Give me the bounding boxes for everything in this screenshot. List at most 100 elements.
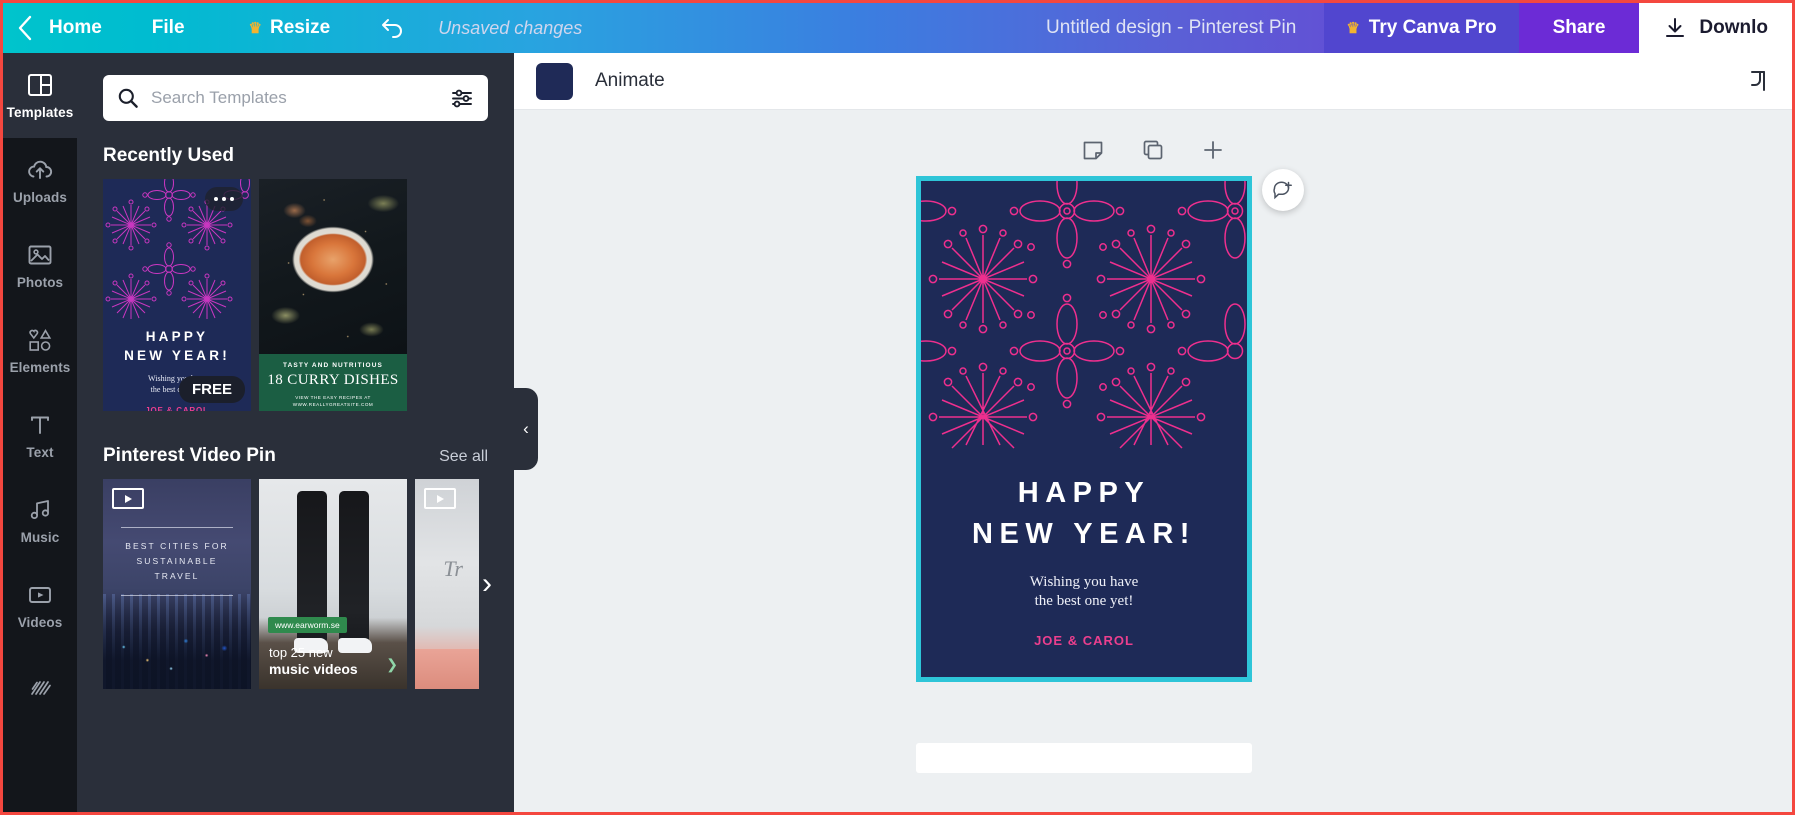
search-bar[interactable] (103, 75, 488, 121)
file-label: File (151, 17, 185, 38)
back-button[interactable] (3, 3, 35, 53)
text-t-icon (31, 416, 49, 434)
download-label: Downlo (1699, 17, 1768, 38)
templates-panel: Recently Used (77, 53, 514, 812)
footer-small-text: TASTY AND NUTRITIOUS (283, 362, 383, 369)
free-badge: FREE (178, 376, 245, 403)
crown-icon: ♛ (248, 19, 262, 37)
design-subtitle-line-2: the best one yet! (1034, 593, 1134, 609)
share-label: Share (1552, 17, 1606, 38)
template-card-curry[interactable]: TASTY AND NUTRITIOUS 18 CURRY DISHES VIE… (259, 179, 407, 411)
pink-strip (415, 649, 479, 689)
design-heading-line-1: HAPPY (1017, 477, 1151, 509)
footer-url-line-1: VIEW THE EASY RECIPES AT (295, 395, 371, 400)
section-title: Pinterest Video Pin (103, 445, 276, 466)
undo-arrow-icon (382, 19, 403, 38)
fireworks-pattern-svg (921, 181, 1246, 449)
chevron-right-icon: ❯ (386, 656, 398, 672)
templates-panel-icon (28, 74, 52, 96)
footer-big-text: 18 CURRY DISHES (267, 372, 399, 388)
sidebar-item-label: Templates (6, 105, 74, 120)
design-text-block[interactable]: HAPPY NEW YEAR! Wishing you have the bes… (921, 473, 1247, 648)
curry-spice-specks (259, 179, 407, 354)
next-page-card[interactable] (916, 743, 1252, 773)
canva-editor-window: Home File ♛ Resize Unsaved changes Untit… (0, 0, 1795, 815)
add-note-icon[interactable] (1081, 138, 1105, 162)
more-options-icon[interactable] (205, 187, 243, 211)
caption-line-1: top 25 new (269, 645, 333, 660)
undo-button[interactable] (370, 3, 416, 53)
editor-canvas-area: Animate HAPPY NEW YEAR! Wishing you have… (514, 53, 1792, 812)
heading-line-1: HAPPY (145, 329, 209, 344)
template-card-sustainable-travel[interactable]: BEST CITIES FOR SUSTAINABLE TRAVEL (103, 479, 251, 689)
section-header-pinterest-video-pin: Pinterest Video Pin See all (103, 445, 488, 467)
caption-line-2: music videos (269, 661, 358, 677)
document-title[interactable]: Untitled design - Pinterest Pin (1046, 17, 1324, 39)
chevron-left-icon: ‹ (523, 419, 529, 438)
search-input[interactable] (151, 88, 450, 108)
sidebar-item-label: Text (26, 445, 54, 460)
sidebar-item-photos[interactable]: Photos (3, 223, 77, 308)
file-menu-button[interactable]: File (138, 3, 199, 53)
travel-card-text: BEST CITIES FOR SUSTAINABLE TRAVEL (117, 527, 237, 596)
home-button[interactable]: Home (35, 3, 116, 53)
divider-top (121, 527, 233, 528)
share-button[interactable]: Share (1518, 3, 1640, 53)
script-text: Tr (443, 556, 463, 581)
sidebar-item-videos[interactable]: Videos (3, 563, 77, 648)
design-names-label: JOE & CAROL (1034, 633, 1134, 648)
add-comment-icon (1273, 181, 1292, 200)
download-button[interactable]: Downlo (1639, 3, 1792, 53)
download-arrow-icon (1666, 18, 1685, 37)
cloud-upload-icon (28, 160, 53, 179)
sidebar-item-elements[interactable]: Elements (3, 308, 77, 393)
url-badge: www.earworm.se (268, 617, 347, 633)
search-icon (118, 88, 138, 108)
see-all-link[interactable]: See all (439, 448, 488, 466)
duplicate-page-icon[interactable] (1141, 138, 1165, 162)
design-subtitle-line-1: Wishing you have (1029, 574, 1139, 590)
sidebar-item-label: Photos (16, 275, 64, 290)
sidebar-item-templates[interactable]: Templates (3, 53, 89, 138)
add-page-icon[interactable] (1201, 138, 1225, 162)
template-card-new-year[interactable]: HAPPY NEW YEAR! Wishing you have the bes… (103, 179, 251, 411)
filter-sliders-icon[interactable] (450, 86, 474, 110)
recently-used-template-row: HAPPY NEW YEAR! Wishing you have the bes… (103, 179, 514, 411)
travel-line-3: TRAVEL (154, 571, 200, 581)
top-toolbar: Home File ♛ Resize Unsaved changes Untit… (3, 3, 1792, 53)
element-toolbar: Animate (514, 53, 1792, 110)
resize-button[interactable]: ♛ Resize (235, 3, 345, 53)
carousel-next-button[interactable]: › (470, 567, 504, 601)
names-label: JOE & CAROL (145, 406, 209, 411)
add-comment-button[interactable] (1262, 169, 1304, 211)
music-caption: top 25 new music videos (269, 645, 397, 677)
unsaved-changes-label: Unsaved changes (438, 17, 583, 38)
position-pin-icon[interactable] (1744, 68, 1770, 94)
color-swatch-button[interactable] (536, 62, 573, 100)
design-heading-line-2: NEW YEAR! (972, 518, 1196, 550)
city-lights (103, 623, 251, 683)
sidebar-item-music[interactable]: Music (3, 478, 77, 563)
left-sidebar-rail: Templates Uploads Photos Elements Text M… (3, 53, 89, 812)
crown-icon: ♛ (1346, 19, 1360, 37)
sidebar-item-label: Uploads (13, 190, 67, 205)
animate-button[interactable]: Animate (595, 70, 665, 92)
section-title: Recently Used (103, 145, 234, 166)
template-card-music-videos[interactable]: www.earworm.se top 25 new music videos ❯ (259, 479, 407, 689)
travel-line-2: SUSTAINABLE (136, 556, 218, 566)
sidebar-item-label: Music (20, 530, 60, 545)
sidebar-item-uploads[interactable]: Uploads (3, 138, 77, 223)
travel-line-1: BEST CITIES FOR (125, 541, 229, 551)
shapes-icon (29, 329, 52, 351)
background-pattern-icon (31, 680, 51, 695)
sidebar-item-background[interactable] (3, 648, 77, 733)
sidebar-item-label: Videos (17, 615, 63, 630)
pro-label: Try Canva Pro (1368, 17, 1497, 38)
sidebar-item-text[interactable]: Text (3, 393, 77, 478)
video-play-icon (29, 587, 51, 603)
try-canva-pro-button[interactable]: ♛ Try Canva Pro (1324, 3, 1519, 53)
panel-collapse-button[interactable]: ‹ (514, 388, 538, 470)
video-play-icon (424, 488, 456, 509)
divider-bottom (121, 595, 233, 596)
design-canvas[interactable]: HAPPY NEW YEAR! Wishing you have the bes… (916, 176, 1252, 682)
